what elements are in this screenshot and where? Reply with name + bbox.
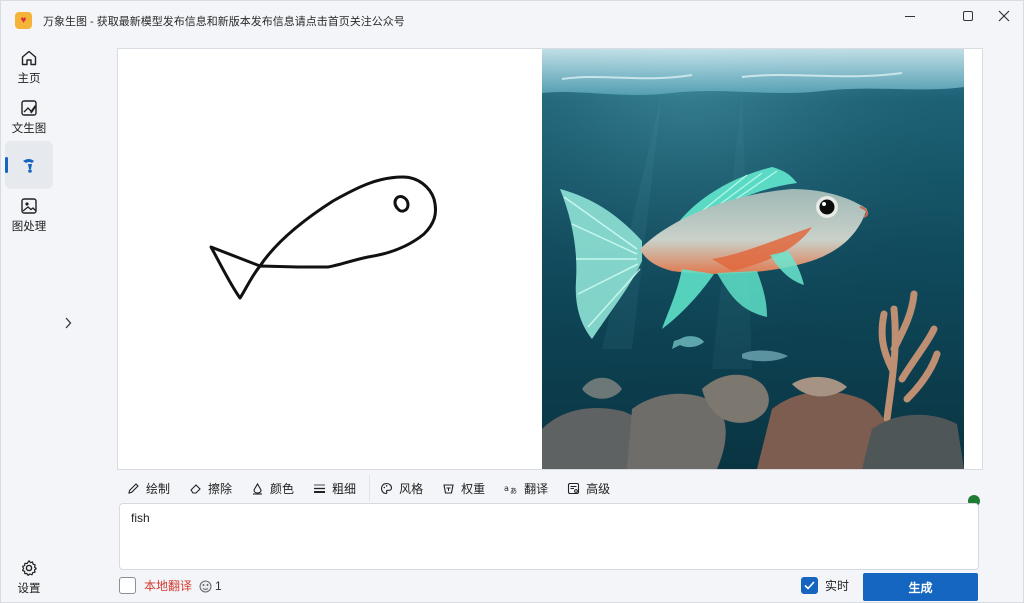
title-bar: ♥ 万象生图 - 获取最新模型发布信息和新版本发布信息请点击首页关注公众号 bbox=[1, 1, 1024, 39]
close-icon bbox=[998, 10, 1010, 22]
sketch-drawing bbox=[209, 175, 438, 300]
realtime-toggle[interactable]: 实时 bbox=[801, 577, 849, 594]
sidebar: 主页 文生图 图处理 设置 bbox=[1, 39, 57, 603]
canvas-panel bbox=[117, 48, 983, 470]
palette-icon bbox=[381, 482, 393, 494]
active-indicator bbox=[5, 157, 8, 173]
minimize-icon bbox=[905, 15, 915, 17]
translate-icon: aあ bbox=[504, 484, 517, 495]
check-icon bbox=[804, 581, 815, 590]
weight-icon bbox=[443, 483, 454, 494]
advanced-settings-icon bbox=[568, 482, 580, 494]
sidebar-item-image-processing[interactable]: 图处理 bbox=[5, 191, 53, 239]
tool-label: 擦除 bbox=[208, 481, 233, 496]
tool-translate-button[interactable]: aあ 翻译 bbox=[496, 476, 556, 500]
sidebar-item-label: 设置 bbox=[17, 582, 41, 595]
realtime-label: 实时 bbox=[825, 579, 850, 593]
maximize-icon bbox=[963, 11, 973, 21]
local-translate-checkbox[interactable] bbox=[119, 577, 136, 594]
line-weight-icon bbox=[314, 484, 326, 493]
tool-label: 粗细 bbox=[332, 481, 357, 496]
sidebar-item-settings[interactable]: 设置 bbox=[5, 553, 53, 601]
tool-weight-button[interactable]: 权重 bbox=[434, 476, 493, 500]
pencil-icon bbox=[128, 482, 139, 494]
batch-count-value: 1 bbox=[215, 579, 222, 593]
tool-draw-button[interactable]: 绘制 bbox=[119, 476, 178, 500]
generated-image bbox=[542, 49, 964, 469]
toolbar-divider bbox=[369, 475, 371, 501]
dice-icon bbox=[199, 580, 212, 592]
eraser-icon bbox=[190, 483, 201, 494]
prompt-input[interactable]: fish bbox=[119, 503, 979, 570]
tool-label: 权重 bbox=[461, 481, 486, 496]
batch-count[interactable]: 1 bbox=[199, 579, 222, 593]
svg-text:あ: あ bbox=[510, 487, 517, 495]
image-icon bbox=[21, 197, 37, 214]
tool-label: 绘制 bbox=[146, 481, 171, 496]
gear-icon bbox=[22, 559, 37, 576]
sidebar-item-label: 主页 bbox=[17, 72, 41, 85]
sidebar-item-text-to-image[interactable]: 文生图 bbox=[5, 93, 53, 141]
tool-label: 高级 bbox=[586, 481, 611, 496]
sidebar-item-home[interactable]: 主页 bbox=[5, 43, 53, 91]
tool-label: 风格 bbox=[399, 481, 424, 496]
tool-style-button[interactable]: 风格 bbox=[372, 476, 431, 500]
app-logo-icon: ♥ bbox=[15, 12, 32, 29]
local-translate-label: 本地翻译 bbox=[144, 579, 193, 593]
local-translate-toggle[interactable]: 本地翻译 bbox=[119, 577, 192, 594]
tool-thickness-button[interactable]: 粗细 bbox=[305, 476, 364, 500]
tool-color-button[interactable]: 颜色 bbox=[243, 476, 302, 500]
sidebar-item-label: 文生图 bbox=[11, 122, 47, 135]
drawing-toolbar: 绘制 擦除 颜色 粗细 风格 权重 aあ 翻译 高级 bbox=[119, 475, 621, 501]
svg-text:a: a bbox=[504, 484, 509, 493]
generated-fish-image bbox=[542, 49, 964, 469]
window-title: 万象生图 - 获取最新模型发布信息和新版本发布信息请点击首页关注公众号 bbox=[43, 16, 405, 28]
close-button[interactable] bbox=[981, 1, 1024, 31]
paint-brush-icon bbox=[23, 159, 34, 173]
tool-advanced-button[interactable]: 高级 bbox=[559, 476, 618, 500]
tool-erase-button[interactable]: 擦除 bbox=[181, 476, 240, 500]
color-fill-icon bbox=[253, 482, 263, 495]
tool-label: 翻译 bbox=[524, 481, 549, 496]
expand-panel-button[interactable] bbox=[61, 315, 75, 331]
sidebar-item-label: 图处理 bbox=[11, 220, 47, 233]
sidebar-item-sketch-to-image[interactable] bbox=[5, 141, 53, 189]
image-edit-icon bbox=[21, 99, 37, 116]
tool-label: 颜色 bbox=[270, 481, 295, 496]
sketch-canvas[interactable] bbox=[118, 49, 542, 469]
minimize-button[interactable] bbox=[887, 1, 933, 31]
app-window: ♥ 万象生图 - 获取最新模型发布信息和新版本发布信息请点击首页关注公众号 主页… bbox=[0, 0, 1024, 603]
chevron-right-icon bbox=[65, 317, 72, 329]
generate-button[interactable]: 生成 bbox=[863, 573, 978, 601]
home-icon bbox=[21, 50, 37, 65]
realtime-checkbox[interactable] bbox=[801, 577, 818, 594]
